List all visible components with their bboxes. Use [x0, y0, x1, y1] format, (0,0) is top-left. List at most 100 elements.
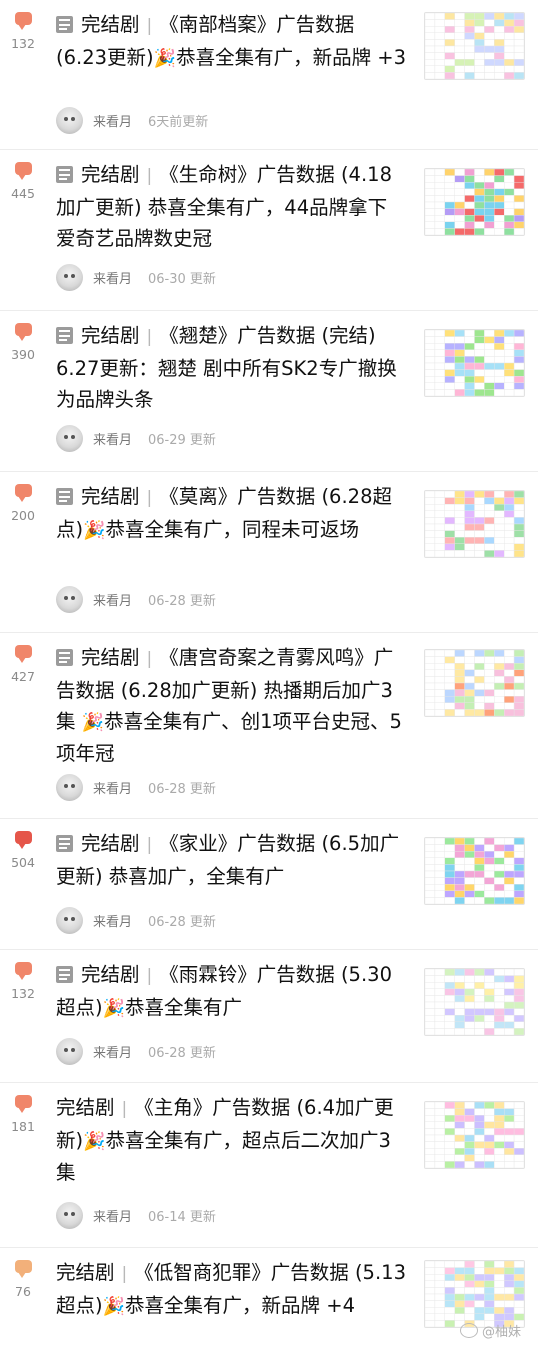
party-popper-icon: 🎉 [102, 998, 126, 1019]
separator: | [146, 166, 153, 186]
spreadsheet-thumbnail-graphic [425, 169, 524, 235]
party-popper-icon: 🎉 [83, 1131, 106, 1152]
reply-count-text: 427 [11, 669, 35, 684]
reply-count[interactable]: 181 [0, 1095, 46, 1134]
avatar[interactable] [56, 906, 83, 934]
document-icon [56, 16, 73, 33]
post-thumbnail[interactable] [424, 1101, 525, 1169]
list-item[interactable]: 504 完结剧 | 《家业》广告数据 (6.5加广更新) 恭喜加广，全集有广 来看月 … [0, 819, 538, 950]
category-label: 完结剧 [81, 324, 140, 347]
post-meta: 来看月 06-29 更新 [56, 424, 216, 452]
post-meta: 来看月 06-28 更新 [56, 773, 216, 801]
post-title-text-2: 恭喜全集有广，超点后二次加广3集 [56, 1129, 391, 1184]
post-meta: 来看月 06-14 更新 [56, 1201, 216, 1229]
avatar[interactable] [56, 773, 83, 801]
author-name[interactable]: 来看月 [93, 1206, 132, 1225]
weibo-logo-icon [460, 1323, 478, 1338]
document-icon [56, 649, 73, 666]
author-name[interactable]: 来看月 [93, 590, 132, 609]
document-icon [56, 488, 73, 505]
post-meta: 来看月 06-30 更新 [56, 263, 216, 291]
update-time: 06-28 更新 [148, 914, 216, 930]
update-time: 06-29 更新 [148, 432, 216, 448]
post-title[interactable]: 完结剧 | 《低智商犯罪》广告数据 (5.13超点)🎉恭喜全集有广，新品牌 +4 [56, 1257, 406, 1322]
list-item[interactable]: 76 完结剧 | 《低智商犯罪》广告数据 (5.13超点)🎉恭喜全集有广，新品牌 +4 [0, 1248, 538, 1352]
separator: | [146, 488, 153, 508]
reply-count[interactable]: 132 [0, 12, 46, 51]
comment-bubble-icon [14, 484, 32, 502]
post-title[interactable]: 完结剧 | 《南部档案》广告数据 (6.23更新)🎉恭喜全集有广，新品牌 +3 [56, 9, 406, 74]
party-popper-icon: 🎉 [102, 1296, 126, 1317]
author-name[interactable]: 来看月 [93, 429, 132, 448]
document-icon [56, 166, 73, 183]
reply-count-text: 132 [11, 986, 35, 1001]
post-thumbnail[interactable] [424, 968, 525, 1036]
post-title-text-2: 恭喜全集有广，同程未可返场 [105, 518, 360, 541]
avatar[interactable] [56, 424, 83, 452]
avatar[interactable] [56, 1037, 83, 1065]
reply-count-text: 445 [11, 186, 35, 201]
post-thumbnail[interactable] [424, 12, 525, 80]
watermark-text: @柚妹 [482, 1325, 522, 1340]
reply-count[interactable]: 132 [0, 962, 46, 1001]
weibo-watermark: @柚妹 [460, 1321, 521, 1340]
separator: | [121, 1099, 128, 1119]
post-thumbnail[interactable] [424, 168, 525, 236]
author-name[interactable]: 来看月 [93, 778, 132, 797]
comment-bubble-icon [14, 831, 32, 849]
post-thumbnail[interactable] [424, 649, 525, 717]
reply-count-text: 390 [11, 347, 35, 362]
post-title[interactable]: 完结剧 | 《莫离》广告数据 (6.28超点)🎉恭喜全集有广，同程未可返场 [56, 481, 406, 546]
avatar[interactable] [56, 263, 83, 291]
separator: | [146, 649, 153, 669]
post-thumbnail[interactable] [424, 1260, 525, 1328]
list-item[interactable]: 445 完结剧 | 《生命树》广告数据 (4.18加广更新) 恭喜全集有广，44品牌拿… [0, 150, 538, 311]
document-icon [56, 966, 73, 983]
party-popper-icon: 🎉 [153, 48, 177, 69]
category-label: 完结剧 [81, 13, 140, 36]
avatar[interactable] [56, 106, 83, 134]
avatar[interactable] [56, 1201, 83, 1229]
post-thumbnail[interactable] [424, 490, 525, 558]
author-name[interactable]: 来看月 [93, 111, 132, 130]
list-item[interactable]: 132 完结剧 | 《雨霖铃》广告数据 (5.30超点)🎉恭喜全集有广 来看月 06-… [0, 950, 538, 1083]
list-item[interactable]: 390 完结剧 | 《翘楚》广告数据 (完结) 6.27更新：翘楚 剧中所有SK2专广… [0, 311, 538, 472]
post-meta: 来看月 6天前更新 [56, 106, 208, 134]
reply-count[interactable]: 504 [0, 831, 46, 870]
reply-count-text: 181 [11, 1119, 35, 1134]
category-label: 完结剧 [81, 163, 140, 186]
spreadsheet-thumbnail-graphic [425, 1261, 524, 1327]
reply-count[interactable]: 200 [0, 484, 46, 523]
post-title[interactable]: 完结剧 | 《主角》广告数据 (6.4加广更新)🎉恭喜全集有广，超点后二次加广3集 [56, 1092, 406, 1188]
post-thumbnail[interactable] [424, 329, 525, 397]
post-title[interactable]: 完结剧 | 《生命树》广告数据 (4.18加广更新) 恭喜全集有广，44品牌拿下爱奇… [56, 159, 406, 254]
comment-bubble-icon [14, 645, 32, 663]
reply-count[interactable]: 76 [0, 1260, 46, 1299]
avatar[interactable] [56, 585, 83, 613]
post-title[interactable]: 完结剧 | 《雨霖铃》广告数据 (5.30超点)🎉恭喜全集有广 [56, 959, 406, 1024]
list-item[interactable]: 200 完结剧 | 《莫离》广告数据 (6.28超点)🎉恭喜全集有广，同程未可返场 来… [0, 472, 538, 633]
reply-count[interactable]: 390 [0, 323, 46, 362]
list-item[interactable]: 427 完结剧 | 《唐宫奇案之青雾风鸣》广告数据 (6.28加广更新) 热播期后加广… [0, 633, 538, 819]
author-name[interactable]: 来看月 [93, 268, 132, 287]
reply-count[interactable]: 445 [0, 162, 46, 201]
post-title[interactable]: 完结剧 | 《翘楚》广告数据 (完结) 6.27更新：翘楚 剧中所有SK2专广撤换为… [56, 320, 406, 415]
category-label: 完结剧 [81, 646, 140, 669]
post-title[interactable]: 完结剧 | 《唐宫奇案之青雾风鸣》广告数据 (6.28加广更新) 热播期后加广3集 … [56, 642, 406, 769]
list-item[interactable]: 181 完结剧 | 《主角》广告数据 (6.4加广更新)🎉恭喜全集有广，超点后二次加广… [0, 1083, 538, 1248]
author-name[interactable]: 来看月 [93, 1042, 132, 1061]
post-title[interactable]: 完结剧 | 《家业》广告数据 (6.5加广更新) 恭喜加广，全集有广 [56, 828, 406, 892]
spreadsheet-thumbnail-graphic [425, 1102, 524, 1168]
reply-count-text: 504 [11, 855, 35, 870]
reply-count-text: 132 [11, 36, 35, 51]
post-thumbnail[interactable] [424, 837, 525, 905]
comment-bubble-icon [14, 12, 32, 30]
category-label: 完结剧 [56, 1096, 115, 1119]
author-name[interactable]: 来看月 [93, 911, 132, 930]
document-icon [56, 327, 73, 344]
reply-count[interactable]: 427 [0, 645, 46, 684]
spreadsheet-thumbnail-graphic [425, 13, 524, 79]
post-title-text-2: 恭喜全集有广 [125, 996, 243, 1019]
list-item[interactable]: 132 完结剧 | 《南部档案》广告数据 (6.23更新)🎉恭喜全集有广，新品牌 +3… [0, 0, 538, 150]
post-title-text-2: 恭喜全集有广，新品牌 +4 [125, 1294, 355, 1317]
